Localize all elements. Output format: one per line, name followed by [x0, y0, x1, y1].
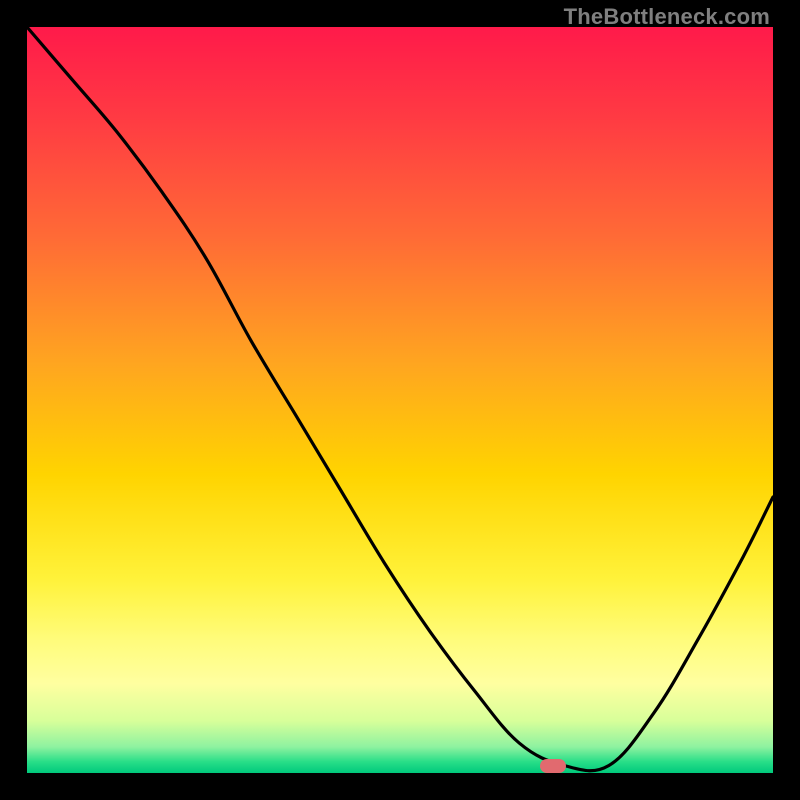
watermark-text: TheBottleneck.com — [564, 4, 770, 30]
curve-path — [27, 27, 773, 771]
bottleneck-curve — [27, 27, 773, 773]
optimum-marker — [540, 759, 566, 773]
outer-frame: TheBottleneck.com — [0, 0, 800, 800]
